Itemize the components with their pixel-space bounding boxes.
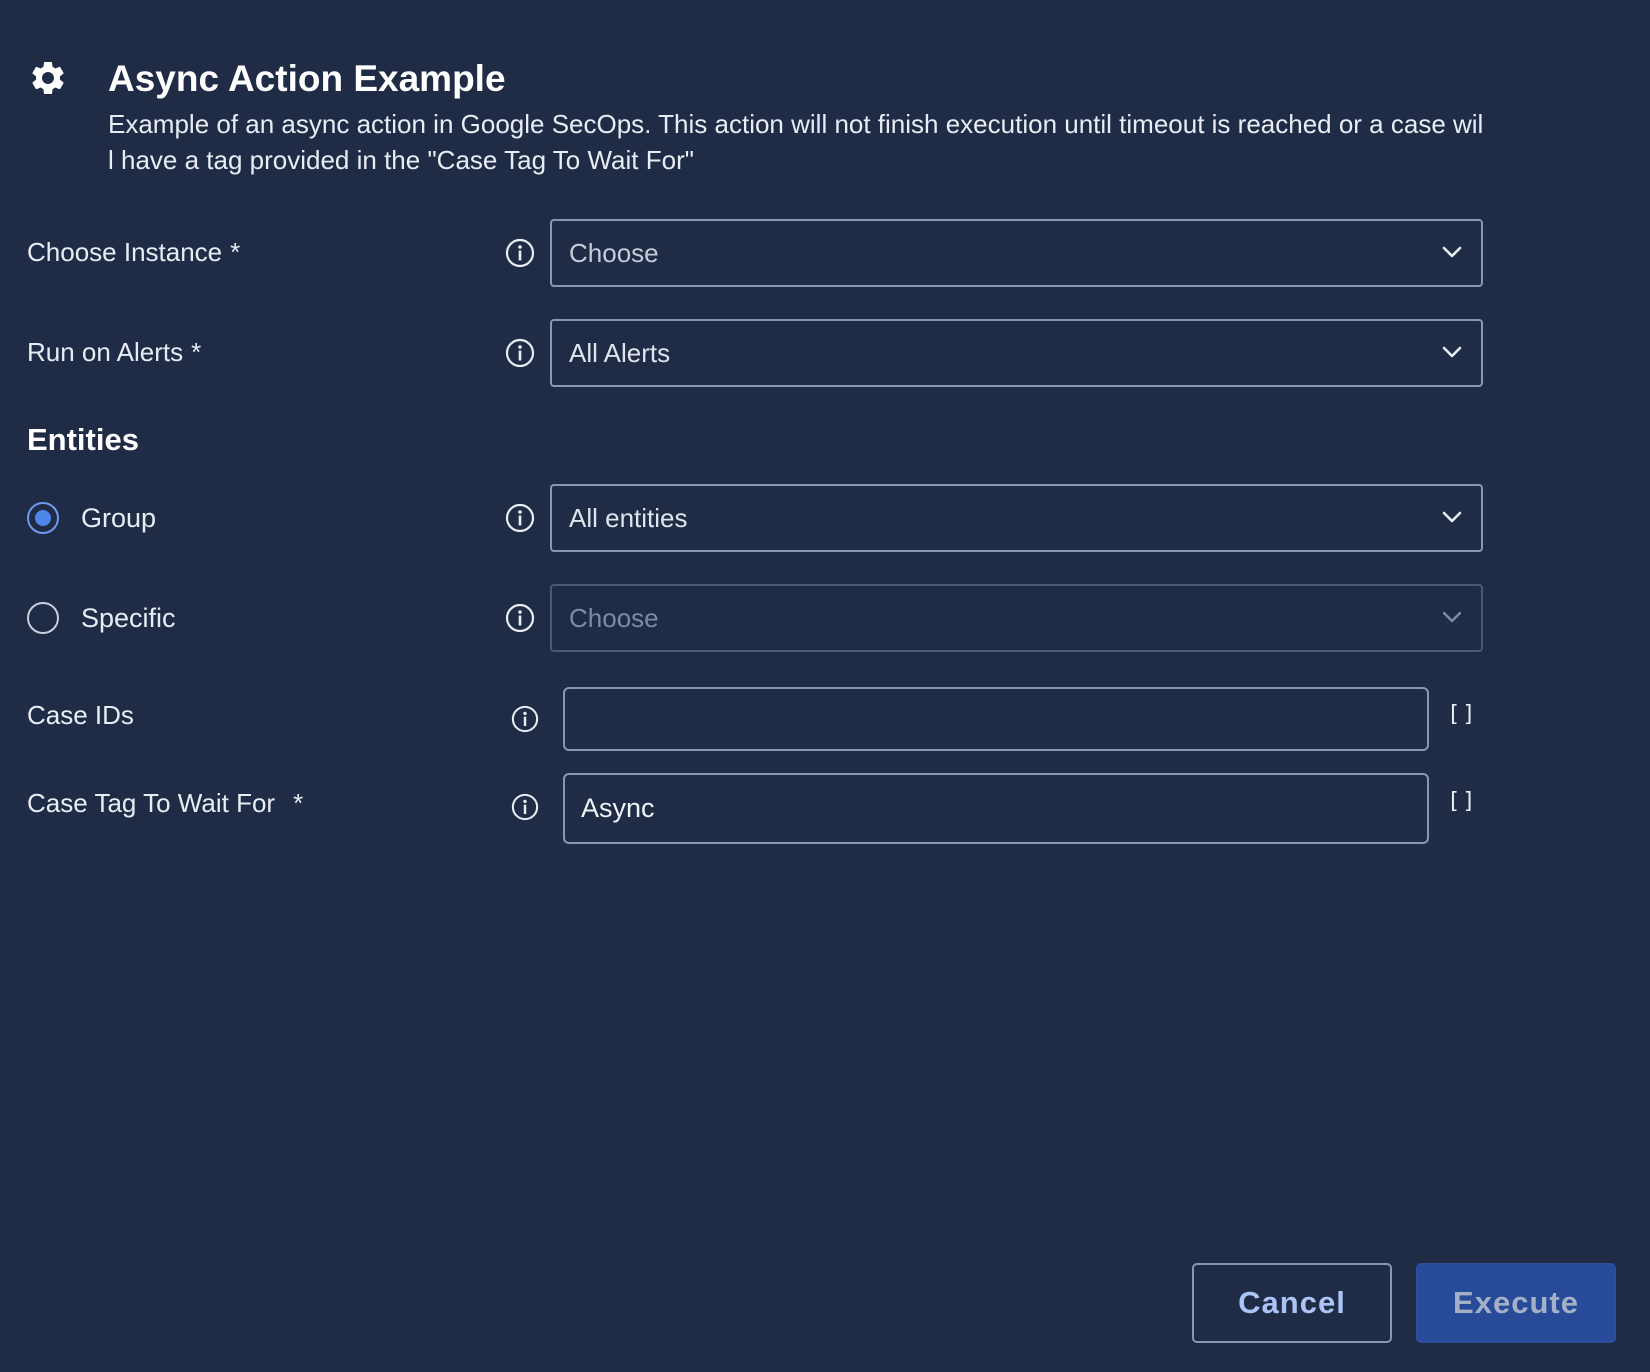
run-on-alerts-label: Run on Alerts * [27,337,201,368]
info-icon[interactable] [505,338,535,368]
chevron-down-icon [1442,246,1462,258]
case-ids-input[interactable] [563,687,1429,751]
gear-icon [32,61,64,94]
json-brackets-button[interactable]: [] [1447,789,1478,814]
case-tag-label: Case Tag To Wait For * [27,788,303,819]
group-radio[interactable] [27,502,59,534]
cancel-button[interactable]: Cancel [1192,1263,1392,1343]
specific-entities-select: Choose [550,584,1483,652]
info-icon[interactable] [505,238,535,268]
info-icon[interactable] [505,603,535,633]
entities-heading: Entities [27,422,139,457]
case-tag-input[interactable] [563,773,1429,844]
specific-entities-value: Choose [569,603,659,633]
chevron-down-icon [1442,346,1462,358]
execute-button[interactable]: Execute [1416,1263,1616,1343]
chevron-down-icon [1442,511,1462,523]
action-dialog: Async Action Example Example of an async… [0,0,1650,1372]
choose-instance-label: Choose Instance * [27,237,240,268]
alerts-select[interactable]: All Alerts [550,319,1483,387]
dialog-title: Async Action Example [108,58,506,99]
chevron-down-icon [1442,611,1462,623]
info-icon[interactable] [505,503,535,533]
required-marker: * [293,788,304,818]
specific-radio[interactable] [27,602,59,634]
case-ids-label: Case IDs [27,700,134,730]
instance-select[interactable]: Choose [550,219,1483,287]
case-tag-label-text: Case Tag To Wait For [27,788,276,818]
alerts-select-value: All Alerts [569,338,671,368]
run-on-alerts-label-text: Run on Alerts [27,337,184,367]
dialog-description: Example of an async action in Google Sec… [108,109,1484,175]
required-marker: * [191,337,202,367]
group-radio-label[interactable]: Group [81,503,156,534]
required-marker: * [230,237,241,267]
choose-instance-label-text: Choose Instance [27,237,223,267]
group-entities-value: All entities [569,503,688,533]
instance-select-value: Choose [569,238,659,268]
json-brackets-button[interactable]: [] [1447,702,1478,727]
info-icon[interactable] [511,793,539,821]
specific-radio-label[interactable]: Specific [81,603,176,634]
info-icon[interactable] [511,705,539,733]
group-entities-select[interactable]: All entities [550,484,1483,552]
